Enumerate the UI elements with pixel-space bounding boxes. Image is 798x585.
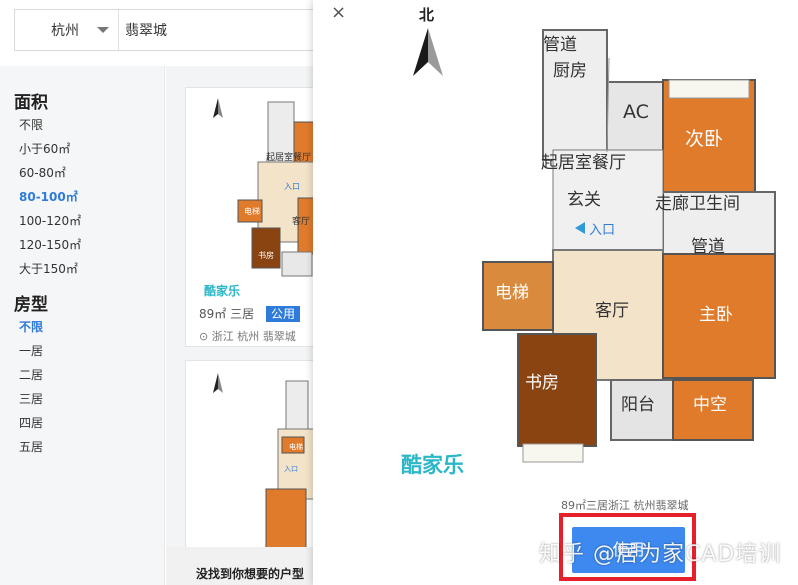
card-area: 89㎡ [199, 307, 227, 321]
filter-title-area: 面积 [14, 93, 48, 113]
filter-area-60-80[interactable]: 60-80㎡ [19, 164, 66, 181]
room-label-void: 中空 [693, 395, 727, 415]
compass-north-label: 北 [419, 6, 434, 24]
filter-type-1[interactable]: 一居 [19, 342, 43, 359]
room-label-corridor: 走廊 [655, 194, 689, 214]
brand-logo: 酷家乐 [401, 453, 464, 477]
thumb-label-elevator: 电梯 [289, 442, 303, 451]
watermark-text: 知乎 @居为家CAD培训 [539, 542, 782, 567]
room-label-bathroom: 卫生间 [689, 194, 740, 214]
room-label-living-dining: 起居室餐厅 [541, 153, 626, 173]
results-list: 起居室餐厅 入口 电梯 客厅 书房 酷家乐 89㎡ 三居 公用 ⊙ 浙江 杭州 … [166, 66, 335, 585]
thumb-label-living-room: 客厅 [292, 215, 310, 227]
filter-title-type: 房型 [14, 295, 48, 315]
card-rooms: 三居 [230, 307, 255, 321]
room-label-second-bedroom: 次卧 [685, 128, 723, 150]
filter-area-120-150[interactable]: 120-150㎡ [19, 236, 81, 253]
search-bar: 杭州 翡翠城 [14, 9, 344, 51]
thumb-label-elevator: 电梯 [244, 206, 260, 216]
filter-area-over-150[interactable]: 大于150㎡ [19, 260, 78, 277]
compass-icon [213, 98, 223, 118]
compass-icon: 北 [413, 6, 443, 76]
filter-type-any[interactable]: 不限 [19, 318, 43, 335]
not-found-banner[interactable]: 没找到你想要的户型 [166, 547, 326, 585]
filter-area-under-60[interactable]: 小于60㎡ [19, 140, 70, 157]
room-label-study: 书房 [525, 373, 559, 393]
filter-type-5[interactable]: 五居 [19, 438, 43, 455]
room-label-foyer: 玄关 [567, 190, 601, 210]
filter-sidebar: 面积 不限 小于60㎡ 60-80㎡ 80-100㎡ 100-120㎡ 120-… [0, 66, 165, 585]
room-label-elevator: 电梯 [495, 283, 529, 303]
top-bar: 杭州 翡翠城 [0, 0, 344, 62]
room-label-pipe: 管道 [691, 237, 725, 257]
city-select[interactable]: 杭州 [15, 10, 119, 50]
room-label-entrance: 入口 [589, 223, 615, 238]
floorplan-preview-modal: × 北 管道 厨房 AC 次卧 起居室餐厅 玄关 走廊 卫生间 管道 入口 电梯… [313, 0, 798, 585]
room-label-master-bedroom: 主卧 [699, 305, 733, 325]
card-tag: 公用 [265, 306, 300, 322]
chevron-down-icon [97, 27, 109, 33]
card-location: 浙江 杭州 [211, 330, 260, 343]
card-community: 翡翠城 [262, 330, 296, 343]
filter-type-3[interactable]: 三居 [19, 390, 43, 407]
card-brand-logo: 酷家乐 [204, 284, 241, 298]
thumb-label-living-dining: 起居室餐厅 [266, 151, 311, 163]
filter-type-4[interactable]: 四居 [19, 414, 43, 431]
floorplan-caption: 89㎡三居浙江 杭州翡翠城 [561, 499, 689, 512]
room-label-pipe-top: 管道 [543, 35, 577, 55]
card-meta: 89㎡ 三居 公用 [199, 305, 300, 322]
thumb-label-study: 书房 [258, 250, 274, 260]
floorplan-drawing: 北 管道 厨房 AC 次卧 起居室餐厅 玄关 走廊 卫生间 管道 入口 电梯 客… [401, 6, 776, 477]
room-label-kitchen: 厨房 [553, 61, 587, 81]
room-label-living-room: 客厅 [595, 301, 629, 321]
room-label-ac: AC [623, 101, 649, 123]
room-label-balcony: 阳台 [621, 395, 655, 415]
card-location-row: ⊙ 浙江 杭州 翡翠城 [199, 328, 296, 344]
filter-area-any[interactable]: 不限 [19, 116, 43, 133]
thumb-label-entrance: 入口 [284, 182, 300, 191]
filter-area-100-120[interactable]: 100-120㎡ [19, 212, 81, 229]
location-pin-icon: ⊙ [199, 330, 209, 343]
filter-area-80-100[interactable]: 80-100㎡ [19, 188, 78, 205]
city-label: 杭州 [51, 23, 79, 39]
compass-icon [213, 373, 223, 393]
thumb-label-entrance: 入口 [284, 465, 298, 473]
filter-type-2[interactable]: 二居 [19, 366, 43, 383]
search-input[interactable]: 翡翠城 [119, 20, 167, 40]
